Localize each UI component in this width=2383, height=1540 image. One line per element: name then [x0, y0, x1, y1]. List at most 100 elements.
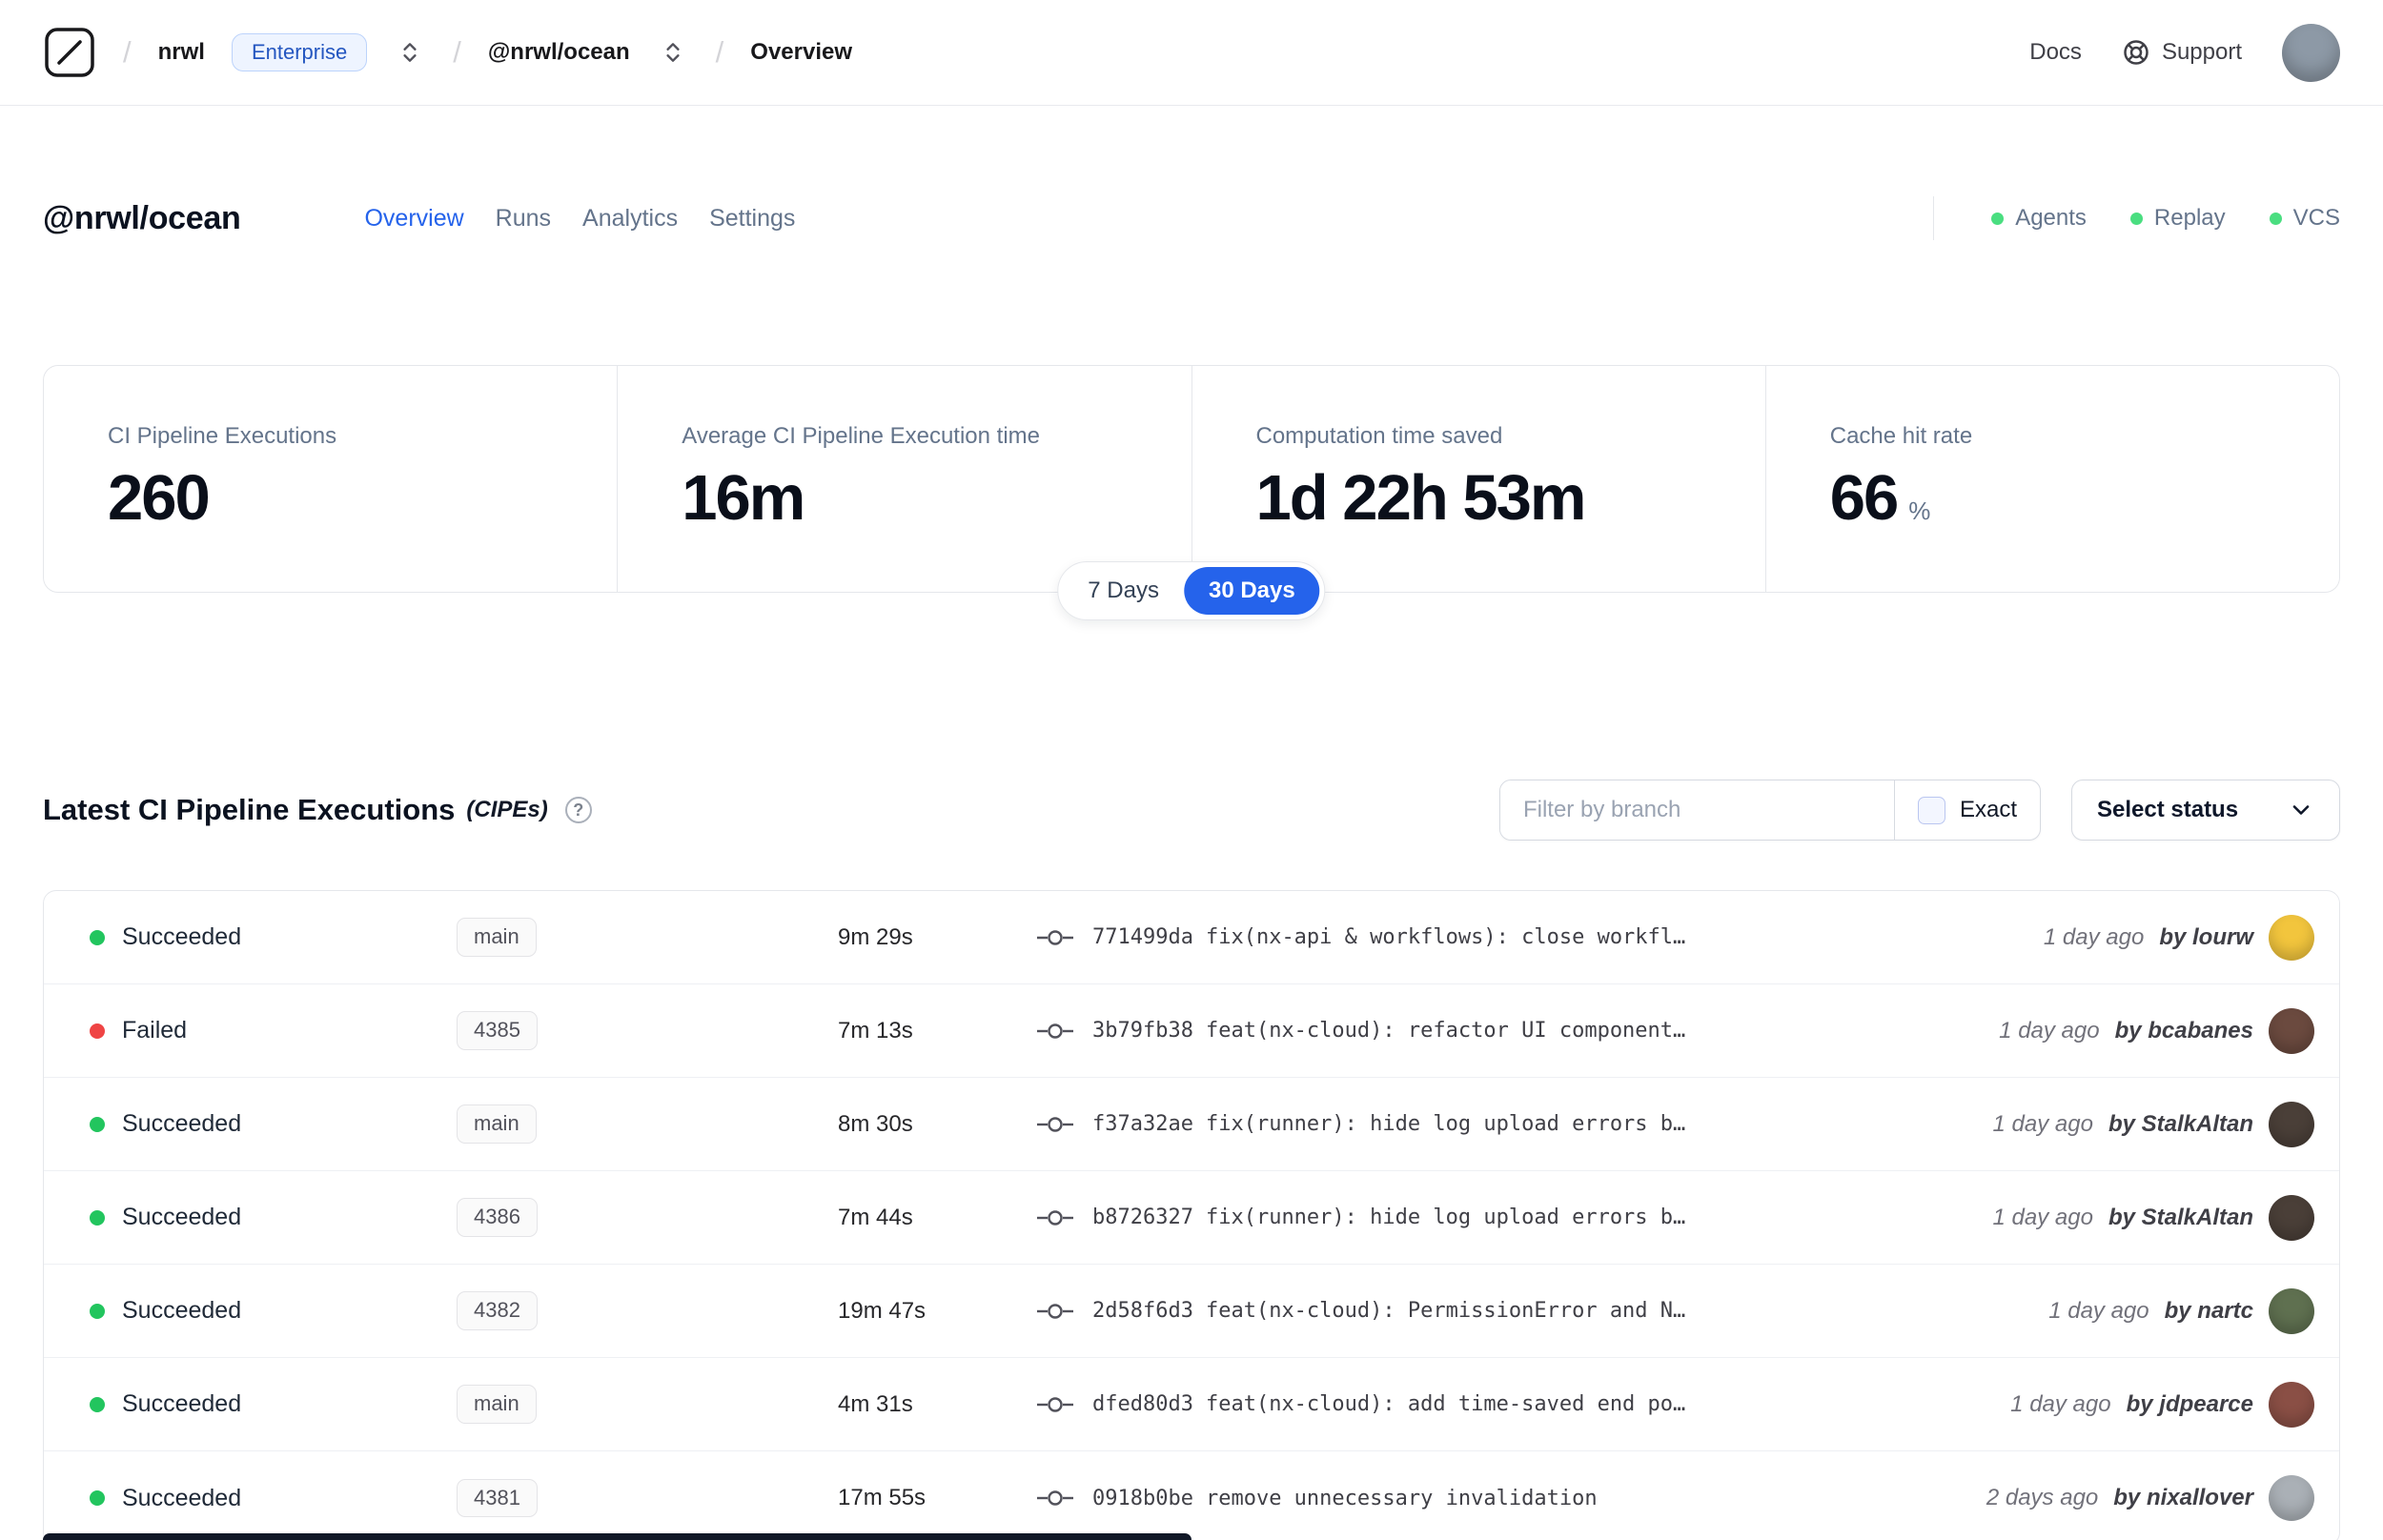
breadcrumb-page: Overview	[750, 39, 853, 65]
author-avatar	[2269, 1287, 2314, 1334]
cipe-table: Succeeded main 9m 29s 771499da fix(nx-ap…	[43, 890, 2340, 1540]
cipe-row[interactable]: Succeeded main 9m 29s 771499da fix(nx-ap…	[44, 891, 2339, 984]
green-dot-icon	[2129, 212, 2143, 225]
branch-badge[interactable]: 4382	[457, 1291, 538, 1330]
indicator-label: Replay	[2153, 205, 2226, 231]
cipe-filters: Exact Select status	[1498, 780, 2340, 841]
cipe-time: 1 day ago	[2048, 1297, 2149, 1324]
workspace-switcher[interactable]	[657, 36, 689, 69]
author-avatar	[2269, 1381, 2314, 1428]
cipe-section-header: Latest CI Pipeline Executions (CIPEs) ? …	[43, 780, 2340, 841]
cipe-row[interactable]: Succeeded 4386 7m 44s b8726327 fix(runne…	[44, 1171, 2339, 1265]
stat-computation-time-saved: Computation time saved 1d 22h 53m	[1191, 366, 1765, 592]
date-range-toggle: 7 Days 30 Days	[1057, 561, 1326, 620]
commit-message: feat(nx-cloud): add time-saved end po…	[1205, 1392, 1686, 1416]
stat-label: Average CI Pipeline Execution time	[682, 423, 1041, 449]
cipe-time: 2 days ago	[1986, 1485, 2099, 1510]
chevron-up-down-icon	[666, 43, 680, 62]
cipe-status: Succeeded	[122, 923, 242, 950]
cipe-status: Succeeded	[122, 1390, 242, 1417]
stat-cache-hit-rate: Cache hit rate 66 %	[1764, 366, 2339, 592]
branch-badge[interactable]: 4385	[457, 1011, 538, 1050]
page-title: @nrwl/ocean	[43, 199, 241, 236]
support-label: Support	[2161, 39, 2242, 65]
indicator-label: VCS	[2292, 205, 2340, 231]
docs-link[interactable]: Docs	[2029, 39, 2082, 66]
cipe-row[interactable]: Succeeded main 4m 31s dfed80d3 feat(nx-c…	[44, 1358, 2339, 1451]
branch-badge[interactable]: main	[457, 1104, 537, 1144]
help-icon[interactable]: ?	[564, 797, 592, 823]
status-dot	[90, 1209, 105, 1226]
branch-badge[interactable]: main	[457, 918, 537, 957]
branch-badge[interactable]: main	[457, 1385, 537, 1424]
cipe-author: by StalkAltan	[2108, 1204, 2253, 1230]
cipe-duration: 7m 44s	[838, 1204, 913, 1230]
tab-overview[interactable]: Overview	[364, 205, 463, 233]
nx-logo-icon	[45, 28, 94, 77]
cipe-row[interactable]: Succeeded main 8m 30s f37a32ae fix(runne…	[44, 1078, 2339, 1171]
commit-message: fix(runner): hide log upload errors b…	[1205, 1112, 1686, 1136]
range-7-days-button[interactable]: 7 Days	[1063, 567, 1184, 615]
bottom-banner-partial	[43, 1533, 1192, 1540]
exact-toggle[interactable]: Exact	[1893, 780, 2040, 840]
branch-filter-input[interactable]	[1499, 780, 1894, 840]
indicator-vcs[interactable]: VCS	[2269, 205, 2340, 232]
cipe-duration: 7m 13s	[838, 1017, 913, 1044]
cipe-author: by nixallover	[2113, 1485, 2253, 1510]
cipe-row[interactable]: Succeeded 4382 19m 47s 2d58f6d3 feat(nx-…	[44, 1265, 2339, 1358]
user-avatar[interactable]	[2282, 23, 2340, 82]
cipe-status: Succeeded	[122, 1484, 242, 1511]
chevron-up-down-icon	[403, 43, 417, 62]
cipe-status: Failed	[122, 1017, 188, 1044]
range-30-days-button[interactable]: 30 Days	[1183, 567, 1320, 615]
branch-filter-group: Exact	[1498, 780, 2041, 841]
breadcrumb-workspace[interactable]: @nrwl/ocean	[488, 39, 630, 66]
commit-icon	[1037, 1116, 1073, 1132]
status-dot	[90, 929, 105, 945]
stat-value: 66 %	[1829, 462, 1931, 534]
cipe-author: by lourw	[2159, 923, 2253, 950]
cipe-status: Succeeded	[122, 1297, 242, 1324]
tab-runs[interactable]: Runs	[496, 205, 551, 233]
stats-cards: CI Pipeline Executions 260 Average CI Pi…	[43, 365, 2340, 620]
nx-logo[interactable]	[43, 26, 96, 79]
exact-checkbox[interactable]	[1917, 796, 1945, 824]
cipe-author: by nartc	[2164, 1297, 2253, 1324]
commit-message: feat(nx-cloud): refactor UI component…	[1205, 1019, 1686, 1043]
tab-analytics[interactable]: Analytics	[582, 205, 678, 233]
breadcrumb-org[interactable]: nrwl	[158, 39, 205, 66]
branch-badge[interactable]: 4386	[457, 1198, 538, 1237]
support-icon	[2124, 40, 2149, 65]
workspace-tabs: Overview Runs Analytics Settings	[364, 205, 795, 233]
stat-value: 16m	[682, 462, 805, 534]
cipe-row[interactable]: Succeeded 4381 17m 55s 0918b0be remove u…	[44, 1451, 2339, 1540]
cipe-duration: 4m 31s	[838, 1390, 913, 1417]
status-dot	[90, 1116, 105, 1132]
chevron-down-icon	[2292, 805, 2310, 815]
feature-indicators: Agents Replay VCS	[1932, 196, 2340, 240]
author-avatar	[2269, 1194, 2314, 1241]
divider	[1932, 196, 1935, 240]
exact-label: Exact	[1959, 797, 2017, 822]
status-dot	[90, 1303, 105, 1319]
stat-ci-pipeline-executions: CI Pipeline Executions 260	[44, 366, 617, 592]
indicator-agents[interactable]: Agents	[1991, 205, 2087, 232]
commit-message: remove unnecessary invalidation	[1205, 1486, 1598, 1510]
cipe-title: Latest CI Pipeline Executions	[43, 793, 456, 826]
cipe-author: by jdpearce	[2126, 1390, 2253, 1417]
enterprise-badge: Enterprise	[231, 33, 368, 71]
cipe-row[interactable]: Failed 4385 7m 13s 3b79fb38 feat(nx-clou…	[44, 984, 2339, 1078]
commit-hash: 0918b0be	[1092, 1486, 1193, 1510]
support-link[interactable]: Support	[2122, 38, 2242, 67]
branch-badge[interactable]: 4381	[457, 1478, 538, 1518]
cipe-time: 1 day ago	[1999, 1017, 2100, 1044]
tab-settings[interactable]: Settings	[709, 205, 795, 233]
stat-value: 260	[108, 462, 211, 534]
status-select[interactable]: Select status	[2071, 780, 2340, 841]
cipe-time: 1 day ago	[2010, 1390, 2111, 1417]
org-switcher[interactable]	[394, 36, 426, 69]
page-header: @nrwl/ocean Overview Runs Analytics Sett…	[43, 193, 2340, 243]
commit-hash: b8726327	[1092, 1206, 1193, 1229]
green-dot-icon	[2269, 212, 2282, 225]
indicator-replay[interactable]: Replay	[2129, 205, 2226, 232]
